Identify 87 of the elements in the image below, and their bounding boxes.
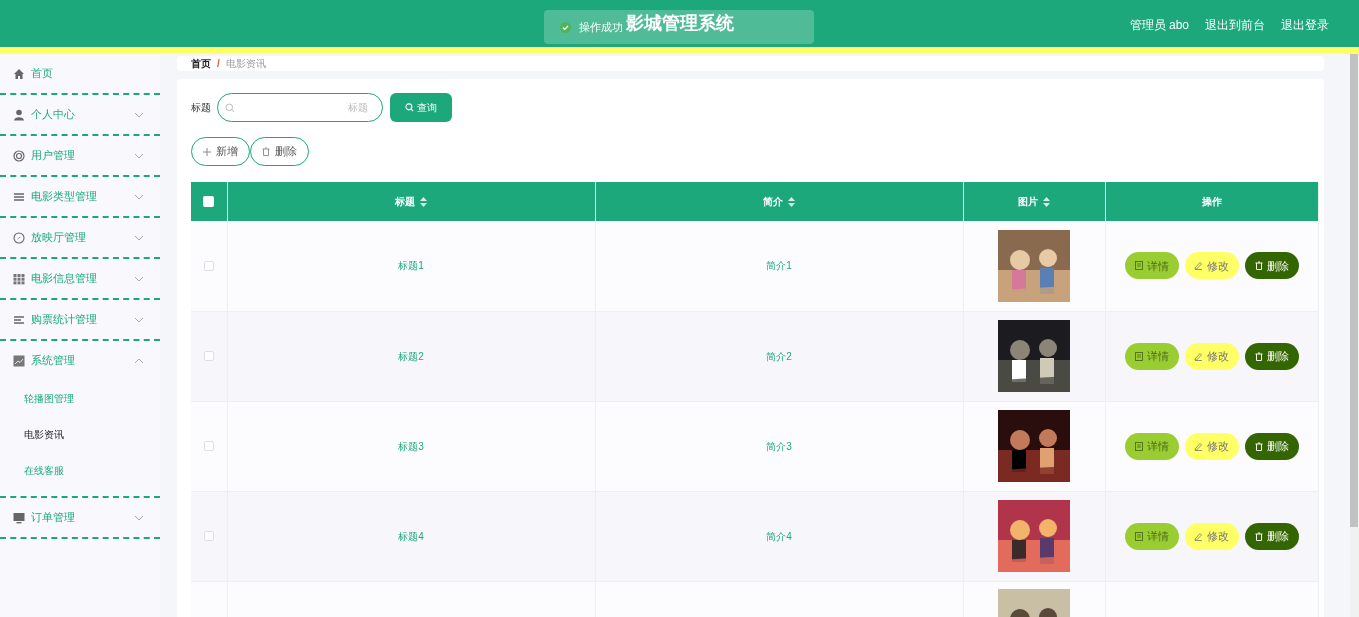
home-icon [13,67,25,80]
table-cell: 标题4 [398,530,424,542]
delete-button[interactable]: 删除 [1244,342,1299,370]
submenu-item[interactable]: 电影资讯 [0,416,160,452]
detail-button[interactable]: 详情 [1124,252,1179,280]
row-checkbox[interactable] [203,351,214,361]
document-icon [1134,531,1143,541]
delete-button[interactable]: 删除 [1244,252,1299,280]
table-cell: 标题2 [398,350,424,362]
pencil-icon [1194,441,1203,451]
query-button[interactable]: 查询 [390,93,452,122]
monitor-icon [13,511,25,524]
chevron-icon [134,316,144,323]
breadcrumb-link[interactable]: 电影资讯 [225,56,266,71]
sidebar-item[interactable]: 用户管理 [0,136,160,175]
chevron-icon [134,193,144,200]
pencil-icon [1194,351,1203,361]
table-cell: 简介3 [766,440,792,452]
sidebar-item[interactable]: 订单管理 [0,498,160,537]
sidebar-item[interactable]: 电影信息管理 [0,259,160,298]
sort-icon[interactable] [788,196,795,207]
chevron-icon [134,234,144,241]
chevron-icon [134,514,144,521]
chart-icon [13,354,25,367]
submenu-item[interactable]: 轮播图管理 [0,380,160,416]
pencil-icon [1194,261,1203,271]
detail-button[interactable]: 详情 [1124,342,1179,370]
list-icon [13,190,25,203]
sidebar-item[interactable]: 电影类型管理 [0,177,160,216]
edit-button[interactable]: 修改 [1184,432,1239,460]
breadcrumb-separator: / [217,57,220,71]
breadcrumb-link[interactable]: 首页 [191,56,211,71]
search-icon [225,103,235,113]
user-name: 管理员 abo [1129,17,1189,34]
user-icon [13,108,25,121]
header-link[interactable]: 退出登录 [1281,16,1329,34]
delete-button[interactable]: 删除 [1244,522,1299,550]
sort-icon[interactable] [420,196,427,207]
row-checkbox[interactable] [203,260,214,271]
trash-icon [1254,261,1263,271]
plus-icon [203,147,211,156]
add-button[interactable]: 新增 [191,137,250,166]
delete-button[interactable]: 删除 [250,137,309,166]
table-cell: 简介4 [766,530,792,542]
grid-icon [13,272,25,285]
trash-icon [262,147,270,156]
chevron-icon [134,111,144,118]
sidebar-item[interactable]: 个人中心 [0,95,160,134]
chevron-icon [134,357,144,364]
lines-icon [13,313,25,326]
row-checkbox[interactable] [203,441,214,451]
sort-icon[interactable] [1043,196,1050,207]
lifebuoy-icon [13,149,25,162]
sidebar-item[interactable]: 首页 [0,54,160,93]
trash-icon [1254,531,1263,541]
edit-button[interactable]: 修改 [1184,252,1239,280]
scrollbar[interactable] [1350,54,1359,617]
detail-button[interactable]: 详情 [1124,522,1179,550]
check-circle-icon [560,21,571,33]
header-checkbox[interactable] [203,196,215,207]
delete-button[interactable]: 删除 [1244,432,1299,460]
chevron-icon [134,152,144,159]
table-cell: 标题1 [398,260,424,272]
detail-button[interactable]: 详情 [1124,432,1179,460]
sidebar-item[interactable]: 购票统计管理 [0,300,160,339]
table-cell: 标题3 [398,440,424,452]
table-cell: 简介1 [766,260,792,272]
sidebar-item[interactable]: 放映厅管理 [0,218,160,257]
trash-icon [1254,351,1263,361]
document-icon [1134,441,1143,451]
edit-button[interactable]: 修改 [1184,342,1239,370]
document-icon [1134,261,1143,271]
document-icon [1134,351,1143,361]
app-title: 影城管理系统 [625,12,734,35]
compass-icon [13,231,25,244]
search-label: 标题 [191,101,211,115]
submenu-item[interactable]: 在线客服 [0,452,160,488]
pencil-icon [1194,531,1203,541]
trash-icon [1254,441,1263,451]
search-field[interactable]: 标题 [217,93,383,122]
header-link[interactable]: 退出到前台 [1205,16,1265,34]
search-icon [405,103,414,112]
row-checkbox[interactable] [203,531,214,541]
chevron-icon [134,275,144,282]
table-cell: 简介2 [766,350,792,362]
edit-button[interactable]: 修改 [1184,522,1239,550]
sidebar-item[interactable]: 系统管理 [0,341,160,380]
